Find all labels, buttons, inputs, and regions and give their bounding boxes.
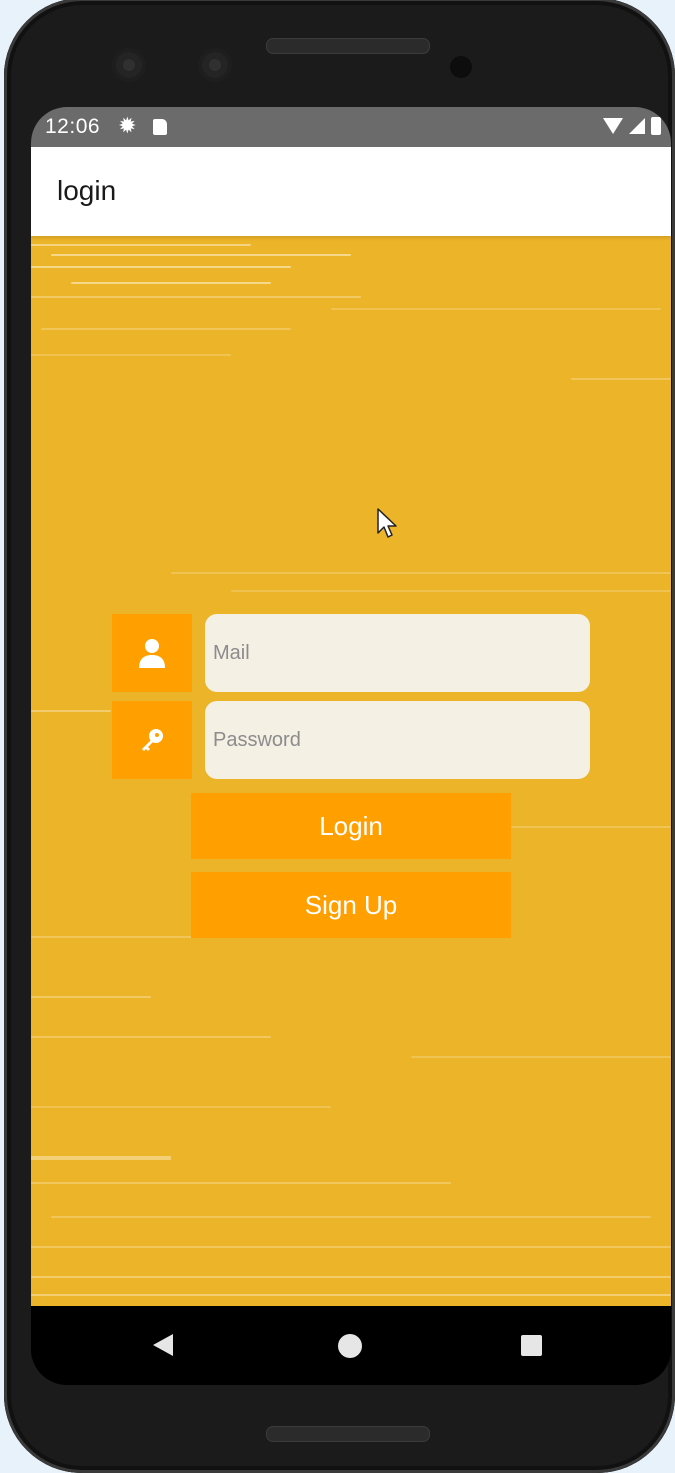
texture-stroke [31, 1036, 271, 1038]
login-background: Login Sign Up [31, 236, 671, 1306]
signal-icon [629, 118, 645, 134]
mouse-pointer-icon [377, 508, 397, 538]
texture-stroke [411, 1056, 671, 1058]
texture-stroke [31, 1182, 451, 1184]
status-time: 12:06 [45, 115, 101, 138]
bottom-speaker [266, 1426, 430, 1442]
texture-stroke [31, 1156, 171, 1160]
texture-stroke [31, 936, 211, 938]
texture-stroke [171, 572, 671, 574]
texture-stroke [31, 296, 361, 298]
recents-icon[interactable] [521, 1335, 542, 1356]
back-icon[interactable] [153, 1334, 173, 1356]
front-camera-icon [112, 48, 146, 82]
texture-stroke [31, 1246, 671, 1248]
mail-input[interactable] [205, 614, 590, 692]
gear-icon: ✹ [118, 114, 137, 139]
login-button[interactable]: Login [191, 793, 511, 859]
earpiece-speaker [266, 38, 430, 54]
password-input[interactable] [205, 701, 590, 779]
texture-stroke [41, 328, 291, 330]
password-row [112, 701, 590, 779]
texture-stroke [331, 308, 661, 310]
texture-stroke [31, 1294, 671, 1296]
wifi-icon [603, 118, 623, 134]
person-icon-box [112, 614, 192, 692]
phone-frame: 12:06 ✹ login Mail Login Sign Up [4, 0, 675, 1473]
front-sensor-icon [198, 48, 232, 82]
texture-stroke [31, 996, 151, 998]
status-icons [603, 117, 661, 135]
navigation-bar [31, 1306, 671, 1385]
battery-icon [651, 117, 661, 135]
sd-card-icon [152, 119, 167, 135]
texture-stroke [31, 244, 251, 246]
person-icon [139, 639, 165, 668]
sign-up-button[interactable]: Sign Up [191, 872, 511, 938]
texture-stroke [31, 710, 111, 712]
page-title: login [57, 175, 117, 206]
proximity-sensor-icon [450, 56, 472, 78]
texture-stroke [71, 282, 271, 284]
texture-stroke [51, 1216, 651, 1218]
texture-stroke [571, 378, 671, 380]
texture-stroke [51, 254, 351, 256]
home-icon[interactable] [338, 1334, 362, 1358]
texture-stroke [511, 826, 671, 828]
texture-stroke [31, 266, 291, 268]
app-bar: login [31, 147, 671, 236]
texture-stroke [31, 1106, 331, 1108]
status-bar: 12:06 ✹ [31, 107, 671, 147]
key-icon [142, 729, 163, 751]
device-screen: 12:06 ✹ login Mail Login Sign Up [31, 107, 671, 1385]
texture-stroke [231, 590, 671, 592]
mail-row [112, 614, 590, 692]
texture-stroke [31, 354, 231, 356]
texture-stroke [31, 1276, 671, 1278]
key-icon-box [112, 701, 192, 779]
